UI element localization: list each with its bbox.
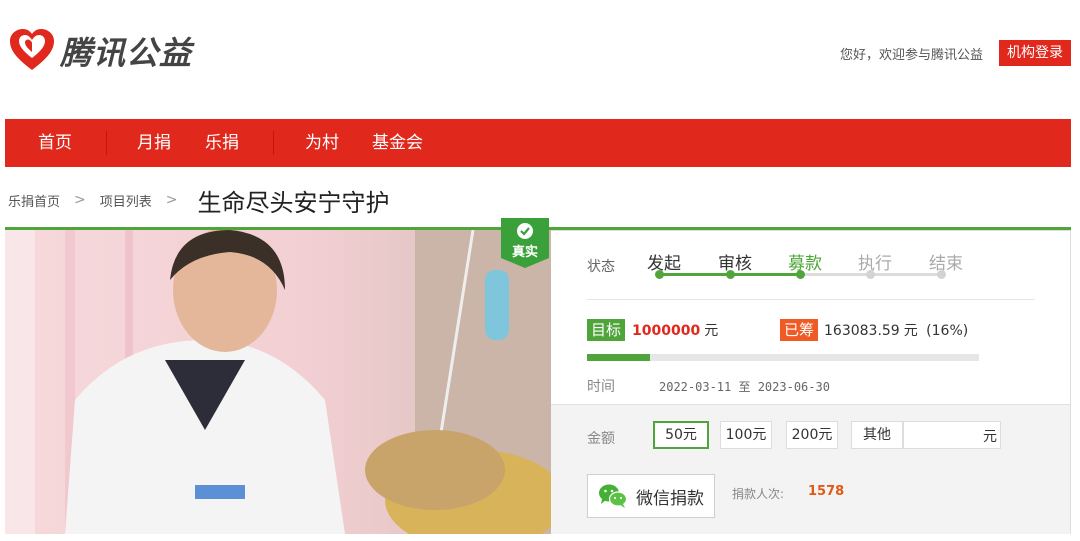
welcome-text: 您好，欢迎参与腾讯公益 (839, 48, 983, 63)
nav-item-lejuan[interactable]: 乐捐 (205, 119, 239, 167)
step-dot (866, 270, 875, 279)
amount-option-other[interactable]: 其他 (851, 421, 903, 449)
org-login-button[interactable]: 机构登录 (999, 40, 1071, 66)
donor-count-label: 捐款人次: (732, 487, 785, 501)
amount-label: 金额 (587, 431, 615, 447)
page-title: 生命尽头安宁守护 (197, 188, 390, 217)
step-dot (726, 270, 735, 279)
project-panel: 状态 发起 审核 募款 执行 结束 目标 1000000 元 已筹 163083.… (551, 230, 1071, 534)
donor-count: 1578 (808, 484, 845, 499)
progress-fill (587, 354, 650, 361)
target-amount: 1000000 元 (632, 320, 718, 340)
wechat-donate-button[interactable]: 微信捐款 (587, 474, 715, 518)
target-tag: 目标 (587, 319, 626, 341)
wechat-donate-label: 微信捐款 (636, 488, 704, 509)
site-header: 腾讯公益 您好，欢迎参与腾讯公益 机构登录 (0, 0, 1080, 118)
breadcrumb-list[interactable]: 项目列表 (100, 191, 152, 210)
fundraising-progress-bar (587, 354, 979, 361)
step-dot (655, 270, 664, 279)
target-unit: 元 (704, 323, 719, 339)
nav-item-home[interactable]: 首页 (38, 119, 72, 167)
main-nav: 首页 月捐 乐捐 为村 基金会 (5, 119, 1071, 167)
breadcrumb-home[interactable]: 乐捐首页 (8, 191, 60, 210)
step-fundraising: 募款 (788, 254, 822, 274)
verified-label: 真实 (512, 244, 538, 260)
breadcrumb: 乐捐首页 > 项目列表 > 生命尽头安宁守护 (8, 180, 390, 220)
step-execute: 执行 (858, 254, 892, 274)
project-dates: 2022-03-11 至 2023-06-30 (659, 380, 830, 394)
status-label: 状态 (587, 259, 615, 275)
raised-percent: (16%) (926, 323, 969, 339)
donate-area: 金额 50元 100元 200元 其他 元 微信捐款 捐款人次: 1578 (551, 404, 1070, 534)
nav-divider (273, 131, 274, 155)
chevron-right-icon: > (165, 192, 178, 208)
heart-logo-icon (10, 29, 54, 70)
raised-value: 163083.59 (824, 323, 900, 339)
raised-tag: 已筹 (780, 319, 819, 341)
chevron-right-icon: > (74, 192, 86, 208)
target-value: 1000000 (632, 323, 701, 339)
raised-amount: 163083.59 元 (16%) (824, 320, 968, 340)
nav-item-village[interactable]: 为村 (305, 119, 339, 167)
custom-amount-unit: 元 (983, 429, 997, 445)
raised-unit: 元 (903, 323, 918, 339)
step-dot (937, 270, 946, 279)
amount-option-50[interactable]: 50元 (653, 421, 709, 449)
section-divider (587, 299, 1035, 300)
logo-text: 腾讯公益 (60, 34, 193, 72)
step-dot (796, 270, 805, 279)
amount-option-200[interactable]: 200元 (786, 421, 838, 449)
step-finish: 结束 (929, 254, 963, 274)
wechat-icon (599, 484, 628, 508)
nav-item-foundation[interactable]: 基金会 (372, 119, 423, 167)
nav-item-monthly[interactable]: 月捐 (137, 119, 171, 167)
amount-option-100[interactable]: 100元 (720, 421, 772, 449)
step-initiate: 发起 (647, 254, 681, 274)
site-logo[interactable]: 腾讯公益 (8, 28, 192, 74)
step-review: 审核 (718, 254, 752, 274)
time-label: 时间 (587, 379, 615, 395)
nav-divider (106, 131, 107, 155)
verified-badge: 真实 (501, 218, 549, 268)
project-photo (5, 230, 551, 534)
nurse-photo-illustration (5, 230, 551, 534)
